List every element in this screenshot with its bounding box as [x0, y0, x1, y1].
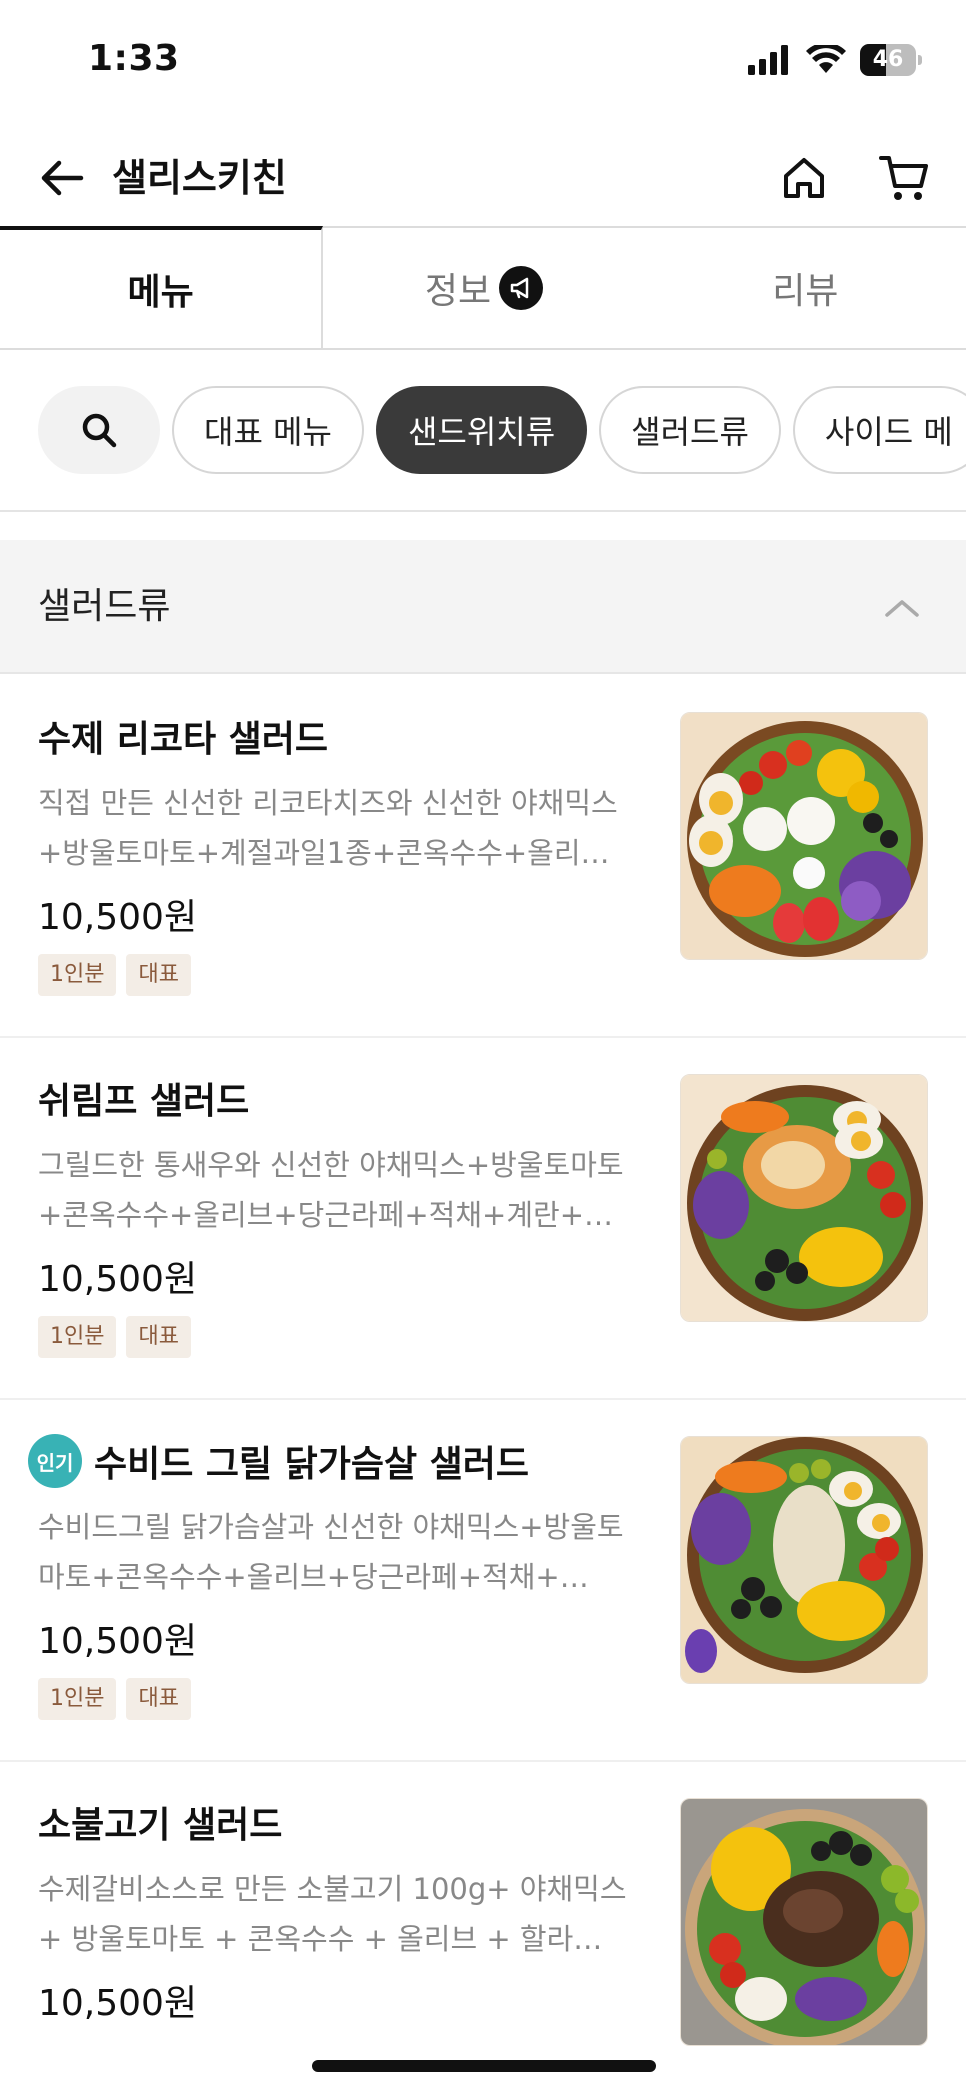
tab-reviews-label: 리뷰: [772, 271, 839, 312]
tag-serving: 1인분: [38, 954, 117, 996]
status-time: 1:33: [88, 38, 180, 79]
back-button[interactable]: [34, 150, 90, 206]
item-name: 수제 리코타 샐러드: [38, 719, 329, 760]
item-description: 직접 만든 신선한 리코타치즈와 신선한 야채믹스+방울토마토+계절과일1종+콘…: [38, 786, 618, 870]
item-price: 10,500원: [38, 1621, 198, 1662]
menu-item[interactable]: 쉬림프 샐러드 그릴드한 통새우와 신선한 야채믹스+방울토마토+콘옥수수+올리…: [0, 1038, 966, 1400]
tab-menu[interactable]: 메뉴: [0, 226, 324, 348]
signal-icon: [748, 45, 788, 75]
menu-list: 수제 리코타 샐러드 직접 만든 신선한 리코타치즈와 신선한 야채믹스+방울토…: [0, 676, 966, 2091]
item-description: 수비드그릴 닭가슴살과 신선한 야채믹스+방울토마토+콘옥수수+올리브+당근라페…: [38, 1510, 624, 1594]
section-header-salads[interactable]: 샐러드류: [0, 540, 966, 674]
item-tags: 1인분 대표: [38, 1316, 191, 1358]
item-name: 인기 수비드 그릴 닭가슴살 샐러드: [28, 1434, 529, 1488]
cart-button[interactable]: [872, 146, 936, 210]
popular-badge: 인기: [28, 1434, 82, 1488]
tab-info-label: 정보: [424, 271, 492, 312]
item-photo: [680, 1798, 928, 2046]
tab-info[interactable]: 정보: [323, 226, 645, 348]
tag-signature: 대표: [126, 1316, 191, 1358]
chevron-up-icon: [885, 600, 919, 617]
menu-item[interactable]: 인기 수비드 그릴 닭가슴살 샐러드 수비드그릴 닭가슴살과 신선한 야채믹스+…: [0, 1400, 966, 1762]
status-icons: 46: [748, 44, 922, 76]
tag-signature: 대표: [126, 954, 191, 996]
store-header: 샐리스키친: [0, 130, 966, 220]
section-title: 샐러드류: [38, 586, 171, 627]
item-price: 10,500원: [38, 1259, 198, 1300]
battery-icon: 46: [860, 44, 922, 76]
category-chips: 대표 메뉴 샌드위치류 샐러드류 사이드 메: [0, 386, 966, 476]
item-name: 소불고기 샐러드: [38, 1805, 283, 1846]
chip-signature-menu[interactable]: 대표 메뉴: [172, 386, 364, 474]
item-photo: [680, 712, 928, 960]
item-tags: 1인분 대표: [38, 954, 191, 996]
item-tags: 1인분 대표: [38, 1678, 191, 1720]
arrow-left-icon: [41, 160, 84, 196]
menu-search-button[interactable]: [38, 386, 160, 474]
tag-serving: 1인분: [38, 1678, 117, 1720]
collapse-button[interactable]: [874, 580, 930, 636]
item-description: 그릴드한 통새우와 신선한 야채믹스+방울토마토+콘옥수수+올리브+당근라페+적…: [38, 1148, 624, 1232]
home-indicator: [312, 2060, 656, 2072]
home-button[interactable]: [772, 146, 836, 210]
menu-item[interactable]: 소불고기 샐러드 수제갈비소스로 만든 소불고기 100g+ 야채믹스 + 방울…: [0, 1762, 966, 2091]
item-price: 10,500원: [38, 1983, 198, 2024]
item-photo: [680, 1074, 928, 1322]
chip-side-menu[interactable]: 사이드 메: [792, 386, 966, 474]
megaphone-icon: [499, 266, 544, 310]
status-bar: 1:33 46: [0, 0, 966, 120]
item-photo: [680, 1436, 928, 1684]
item-description: 수제갈비소스로 만든 소불고기 100g+ 야채믹스 + 방울토마토 + 콘옥수…: [38, 1872, 627, 1956]
item-price: 10,500원: [38, 897, 198, 938]
search-icon: [82, 413, 117, 448]
chip-sandwiches[interactable]: 샌드위치류: [375, 386, 588, 474]
cart-icon: [879, 156, 928, 200]
item-name: 쉬림프 샐러드: [38, 1081, 250, 1122]
tag-serving: 1인분: [38, 1316, 117, 1358]
menu-item[interactable]: 수제 리코타 샐러드 직접 만든 신선한 리코타치즈와 신선한 야채믹스+방울토…: [0, 676, 966, 1038]
home-icon: [784, 158, 824, 198]
divider: [0, 510, 966, 512]
store-title: 샐리스키친: [112, 156, 287, 200]
tag-signature: 대표: [126, 1678, 191, 1720]
wifi-icon: [806, 45, 846, 73]
tab-menu-label: 메뉴: [127, 272, 194, 313]
chip-salads[interactable]: 샐러드류: [599, 386, 781, 474]
store-tabs: 메뉴 정보 리뷰: [0, 226, 966, 350]
battery-level: 46: [872, 47, 904, 72]
tab-reviews[interactable]: 리뷰: [644, 226, 966, 348]
